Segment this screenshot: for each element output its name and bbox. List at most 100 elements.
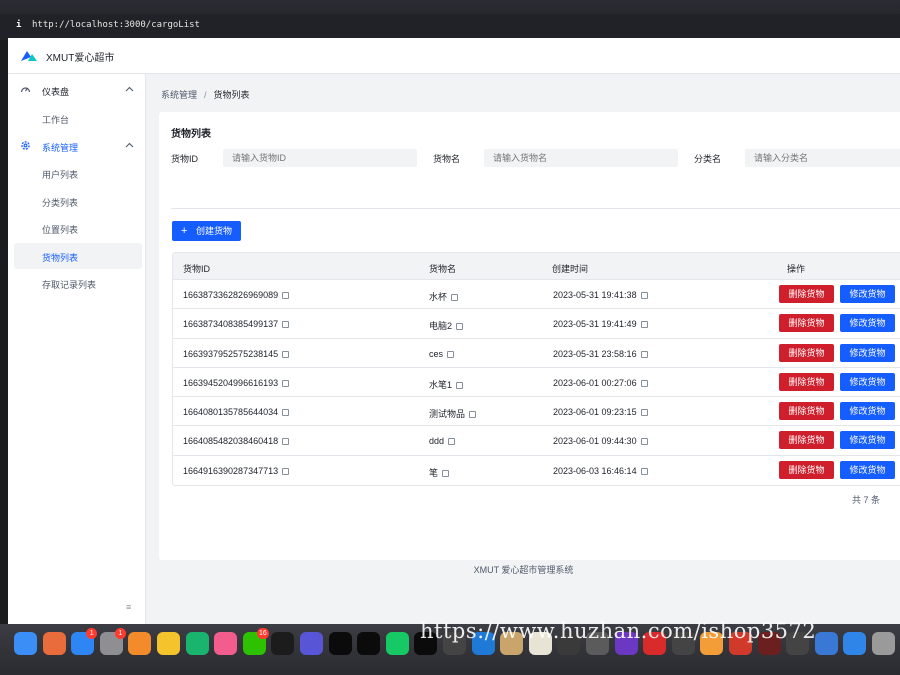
chevron-up-icon[interactable] xyxy=(125,142,134,148)
delete-cargo-button[interactable]: 删除货物 xyxy=(779,460,834,479)
copy-icon[interactable] xyxy=(640,292,648,299)
delete-cargo-button[interactable]: 删除货物 xyxy=(779,343,834,362)
table-body: 1663873362826969089 水杯 2023-05-31 19:41:38… xyxy=(173,280,900,485)
copy-icon[interactable] xyxy=(451,294,459,301)
dashboard-icon xyxy=(20,87,31,93)
cargo-id-text: 1663937952575238145 xyxy=(183,348,279,359)
copy-icon[interactable] xyxy=(640,321,648,329)
sidebar-group-label: 系统管理 xyxy=(42,143,79,153)
launchpad-icon[interactable] xyxy=(42,632,66,655)
copy-icon[interactable] xyxy=(456,323,464,331)
copy-icon[interactable] xyxy=(640,438,648,446)
browser-chrome: i http://localhost:3000/cargoList xyxy=(0,0,900,40)
cargo-id-cell: 1663873408385499137 xyxy=(183,319,290,329)
created-time-text: 2023-06-01 09:44:30 xyxy=(553,436,637,447)
copy-icon[interactable] xyxy=(640,350,648,358)
notification-badge: 16 xyxy=(257,628,269,639)
table-total: 共 7 条 xyxy=(852,495,881,505)
edit-cargo-button[interactable]: 修改货物 xyxy=(840,372,895,391)
cargo-name-cell: 测试物品 xyxy=(429,407,477,420)
cargo-id-text: 1664916390287347713 xyxy=(183,465,279,476)
sidebar-group-dashboard[interactable]: 仪表盘 xyxy=(8,76,146,104)
copy-icon[interactable] xyxy=(282,409,290,417)
info-icon[interactable]: i xyxy=(16,14,21,36)
qq-icon[interactable] xyxy=(271,632,295,655)
copy-icon[interactable] xyxy=(456,381,464,389)
qq-music-icon[interactable] xyxy=(157,632,180,655)
chevron-up-icon[interactable] xyxy=(125,86,134,92)
app-icon[interactable] xyxy=(300,632,323,655)
copy-icon[interactable] xyxy=(447,350,455,358)
cargo-id-text: 1663945204996616193 xyxy=(183,377,279,388)
cargo-table: 货物ID 货物名 创建时间 操作 1663873362826969089 水杯 20… xyxy=(172,252,900,487)
breadcrumb-parent[interactable]: 系统管理 xyxy=(161,90,197,100)
cargo-name-input[interactable] xyxy=(484,149,678,167)
sidebar-item-records[interactable]: 存取记录列表 xyxy=(8,270,142,296)
sidebar-item-locations[interactable]: 位置列表 xyxy=(8,215,142,241)
system-preferences-icon[interactable]: 1 xyxy=(99,628,126,655)
table-row: 1664916390287347713 笔 2023-06-03 16:46:14 删… xyxy=(173,456,900,485)
delete-cargo-button[interactable]: 删除货物 xyxy=(779,285,834,303)
copy-icon[interactable] xyxy=(282,438,290,446)
pycharm-icon[interactable] xyxy=(385,632,409,655)
edit-cargo-button[interactable]: 修改货物 xyxy=(840,314,895,333)
created-time-text: 2023-05-31 19:41:38 xyxy=(553,290,637,300)
copy-icon[interactable] xyxy=(442,469,450,477)
sidebar-item-cargo[interactable]: 货物列表 xyxy=(14,243,142,269)
cargo-name-text: 电脑2 xyxy=(429,321,453,332)
sidebar-group-system[interactable]: 系统管理 xyxy=(8,132,146,160)
intellij-icon[interactable] xyxy=(357,632,381,655)
copy-icon[interactable] xyxy=(282,379,290,387)
copy-icon[interactable] xyxy=(640,379,648,387)
cargo-name-text: 水杯 xyxy=(429,292,448,302)
edit-cargo-button[interactable]: 修改货物 xyxy=(840,402,895,421)
delete-cargo-button[interactable]: 删除货物 xyxy=(779,372,834,391)
copy-icon[interactable] xyxy=(469,411,477,419)
category-input[interactable] xyxy=(745,149,900,167)
trash-icon[interactable] xyxy=(872,632,895,655)
main-content: 系统管理 / 货物列表 货物列表 货物ID 货物名 分类名 + 创建货物 货物ID … xyxy=(147,74,900,624)
copy-icon[interactable] xyxy=(282,321,290,329)
cargo-id-input[interactable] xyxy=(223,149,417,167)
cargo-name-text: 笔 xyxy=(429,467,439,478)
cargo-name-cell: ces xyxy=(429,349,455,359)
safari-icon[interactable] xyxy=(843,632,867,655)
infuse-icon[interactable] xyxy=(128,632,152,655)
edit-cargo-button[interactable]: 修改货物 xyxy=(840,343,895,362)
bilibili-icon[interactable] xyxy=(214,632,238,655)
copy-icon[interactable] xyxy=(282,467,290,475)
cargo-name-cell: 水笔1 xyxy=(429,378,464,391)
url-text[interactable]: http://localhost:3000/cargoList xyxy=(32,14,200,36)
edit-cargo-button[interactable]: 修改货物 xyxy=(840,460,895,479)
app-icon[interactable] xyxy=(814,632,838,655)
app-title: XMUT爱心超市 xyxy=(46,53,115,64)
copy-icon[interactable] xyxy=(448,438,456,446)
delete-cargo-button[interactable]: 删除货物 xyxy=(779,431,834,450)
cargo-name-cell: 电脑2 xyxy=(429,319,464,332)
copy-icon[interactable] xyxy=(640,467,648,475)
delete-cargo-button[interactable]: 删除货物 xyxy=(779,402,834,421)
finder-icon[interactable] xyxy=(14,632,37,655)
copy-icon[interactable] xyxy=(282,292,290,299)
edit-cargo-button[interactable]: 修改货物 xyxy=(840,431,895,450)
collapse-menu-icon[interactable]: ≡ xyxy=(126,602,131,612)
copy-icon[interactable] xyxy=(282,350,290,358)
app-store-icon[interactable]: 1 xyxy=(71,628,98,655)
copy-icon[interactable] xyxy=(640,409,648,417)
create-cargo-button[interactable]: + 创建货物 xyxy=(172,221,241,241)
edit-cargo-button[interactable]: 修改货物 xyxy=(840,285,895,303)
sidebar-item-workbench[interactable]: 工作台 xyxy=(8,105,142,131)
breadcrumb: 系统管理 / 货物列表 xyxy=(161,88,250,101)
sidebar-item-label: 工作台 xyxy=(42,115,70,125)
address-bar[interactable]: i http://localhost:3000/cargoList xyxy=(0,14,900,36)
wechat-icon[interactable]: 16 xyxy=(242,628,269,655)
created-time-cell: 2023-05-31 19:41:38 xyxy=(553,290,648,300)
sidebar-item-users[interactable]: 用户列表 xyxy=(8,160,142,186)
goland-icon[interactable] xyxy=(328,632,352,655)
filter-label-cargo-name: 货物名 xyxy=(433,154,461,164)
delete-cargo-button[interactable]: 删除货物 xyxy=(779,314,834,333)
table-row: 1663945204996616193 水笔1 2023-06-01 00:27:0… xyxy=(173,368,900,398)
sidebar-item-categories[interactable]: 分类列表 xyxy=(8,188,142,214)
logo-icon xyxy=(21,51,37,61)
iqiyi-icon[interactable] xyxy=(185,632,209,655)
